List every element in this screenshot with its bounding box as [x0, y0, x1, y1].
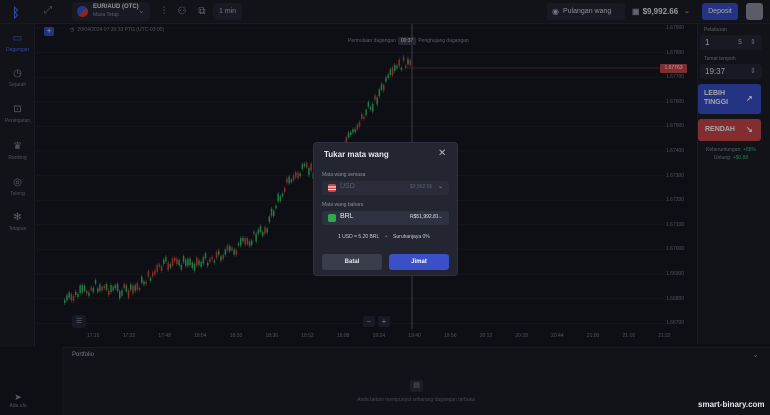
current-currency-select: USD $9,992.66 ⌄ — [322, 181, 449, 195]
current-currency-amount: $9,992.66 — [410, 184, 433, 190]
us-flag-icon — [328, 184, 336, 192]
current-currency-code: USD — [340, 183, 355, 190]
chevron-down-icon: ⌄ — [438, 214, 444, 220]
rate-text: 1 USD = 5.20 BRL — [338, 234, 380, 240]
exchange-rate: 1 USD = 5.20 BRL • Suruhanjaya 0% — [338, 234, 430, 240]
app-root: ᛒ ⤢ EUR/AUD (OTC) Masa Tetap ⌄ ⫶ ⚇ ⧉ 1 m… — [0, 0, 770, 415]
brazil-flag-icon — [328, 214, 336, 222]
cancel-button[interactable]: Batal — [322, 254, 382, 270]
new-currency-code: BRL — [340, 213, 354, 220]
save-button[interactable]: Jimat — [389, 254, 449, 270]
separator-dot: • — [385, 234, 388, 240]
close-icon[interactable]: ✕ — [438, 148, 446, 159]
new-currency-amount: R$51,992.81 — [410, 214, 439, 220]
dialog-title: Tukar mata wang — [324, 150, 389, 159]
new-currency-select[interactable]: BRL R$51,992.81 ⌄ — [322, 211, 449, 225]
chevron-down-icon: ⌄ — [438, 184, 444, 190]
commission-text: Suruhanjaya 0% — [393, 234, 430, 240]
new-currency-label: Mata wang baharu — [322, 202, 364, 208]
current-currency-label: Mata wang semasa — [322, 172, 366, 178]
watermark-text: smart-binary.com — [698, 400, 765, 409]
currency-change-dialog: Tukar mata wang ✕ Mata wang semasa USD $… — [313, 142, 458, 276]
